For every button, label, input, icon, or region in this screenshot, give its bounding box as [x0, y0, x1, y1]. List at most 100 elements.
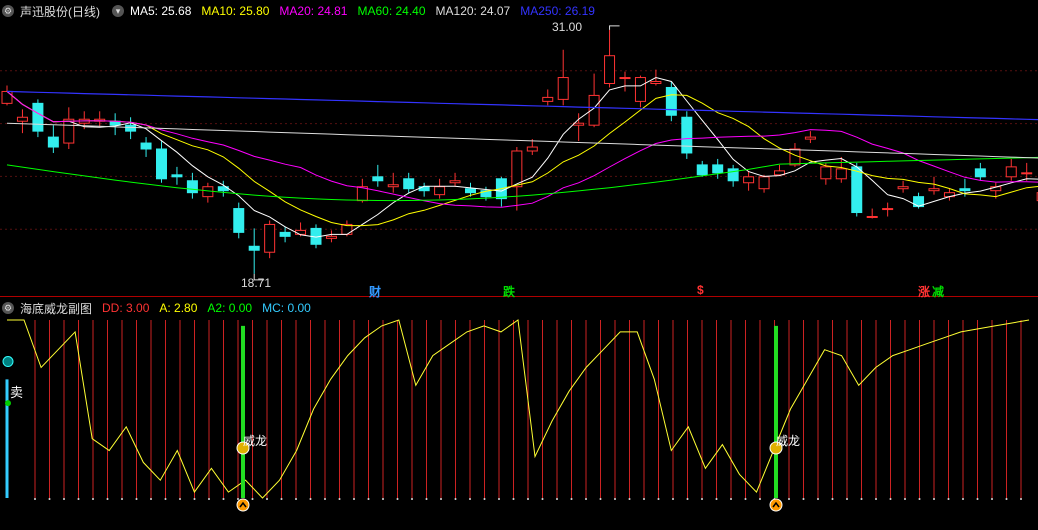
- candle-body: [279, 231, 291, 237]
- candle-body: [696, 164, 708, 176]
- baseline-dot: [208, 498, 210, 500]
- baseline-dot: [976, 498, 979, 500]
- ma60-value: MA60: 24.40: [357, 4, 426, 18]
- dragon-signal-label-2: 威龙: [776, 434, 801, 448]
- candlestick-chart[interactable]: [0, 0, 1038, 296]
- baseline-dot: [1005, 498, 1008, 500]
- baseline-dot: [251, 498, 254, 500]
- baseline-dot: [498, 498, 500, 500]
- candle-body: [897, 186, 909, 190]
- baseline-dot: [382, 498, 384, 500]
- chevron-down-icon[interactable]: ▾: [112, 5, 124, 17]
- baseline-dot: [454, 498, 457, 500]
- baseline-dot: [570, 498, 573, 500]
- ma120-value: MA120: 24.07: [435, 4, 511, 18]
- baseline-dot: [193, 498, 196, 500]
- candle-body: [974, 168, 986, 178]
- ma250-line: [6, 90, 1038, 121]
- baseline-dot: [657, 498, 660, 500]
- high-price-label: 31.00: [552, 20, 583, 34]
- baseline-dot: [933, 498, 935, 500]
- baseline-dot: [889, 498, 892, 500]
- candle-body: [156, 148, 167, 180]
- baseline-dot: [150, 498, 152, 500]
- baseline-dot: [63, 498, 65, 500]
- candle-body: [47, 136, 59, 148]
- candle-body: [264, 223, 276, 253]
- a-value: A: 2.80: [159, 301, 198, 315]
- baseline-dot: [701, 498, 703, 500]
- baseline-dot: [672, 498, 674, 500]
- candle-body: [557, 77, 569, 100]
- candle-body: [851, 166, 863, 214]
- baseline-dot: [614, 498, 616, 500]
- settings-icon[interactable]: ⚙: [2, 5, 14, 17]
- candle-body: [604, 55, 616, 85]
- baseline-dot: [295, 498, 297, 500]
- candle-body: [743, 176, 755, 184]
- baseline-dot: [425, 498, 428, 500]
- baseline-dot: [353, 498, 355, 500]
- chart-title: 声迅股份(日线): [20, 4, 100, 19]
- baseline-dot: [585, 498, 587, 500]
- candle-body: [186, 180, 198, 194]
- baseline-dot: [628, 498, 631, 500]
- candle-body: [465, 188, 476, 194]
- baseline-dot: [643, 498, 645, 500]
- candle-body: [295, 229, 307, 235]
- baseline-dot: [338, 498, 341, 500]
- candle-body: [804, 136, 816, 140]
- a2-value: A2: 0.00: [207, 301, 253, 315]
- baseline-dot: [396, 498, 399, 500]
- baseline-dot: [135, 498, 138, 500]
- baseline-dot: [599, 498, 602, 500]
- ma20-value: MA20: 24.81: [279, 4, 348, 18]
- indicator-panel[interactable]: ⚙ 海底威龙副图 DD: 3.00 A: 2.80 A2: 0.00 MC: 0…: [0, 298, 1038, 530]
- baseline-dot: [121, 498, 123, 500]
- candle-body: [372, 176, 384, 182]
- candle-body: [171, 174, 183, 178]
- baseline-dot: [527, 498, 529, 500]
- indicator-chart[interactable]: [0, 298, 1038, 530]
- baseline-dot: [1020, 498, 1022, 500]
- candle-body: [928, 188, 940, 192]
- baseline-dot: [788, 498, 790, 500]
- candle-body: [681, 116, 693, 154]
- low-price-label: 18.71: [241, 276, 272, 290]
- baseline-dot: [367, 498, 370, 500]
- baseline-dot: [280, 498, 283, 500]
- candle-body: [387, 184, 399, 188]
- baseline-dot: [237, 498, 239, 500]
- settings-icon[interactable]: ⚙: [2, 302, 14, 314]
- candle-body: [32, 102, 44, 132]
- dd-value: DD: 3.00: [102, 301, 150, 315]
- baseline-dot: [92, 498, 94, 500]
- baseline-dot: [875, 498, 877, 500]
- baseline-dot: [715, 498, 718, 500]
- candle-body: [140, 142, 152, 150]
- baseline-dot: [512, 498, 515, 500]
- indicator-title: 海底威龙副图: [20, 301, 93, 316]
- candle-body: [573, 122, 585, 126]
- baseline-dot: [469, 498, 471, 500]
- baseline-dot: [556, 498, 558, 500]
- event-marker-dollar[interactable]: $: [697, 283, 704, 297]
- baseline-dot: [77, 498, 80, 500]
- baseline-dot: [411, 498, 413, 500]
- candle-body: [16, 116, 28, 122]
- baseline-dot: [34, 498, 36, 500]
- candle-body: [542, 96, 554, 102]
- baseline-dot: [831, 498, 834, 500]
- baseline-dot: [918, 498, 921, 500]
- baseline-dot: [164, 498, 167, 500]
- candle-body: [866, 215, 878, 218]
- ma10-value: MA10: 25.80: [201, 4, 270, 18]
- sell-signal-label: 卖: [10, 385, 24, 400]
- baseline-dot: [483, 498, 486, 500]
- candle-body: [248, 245, 260, 251]
- candle-body: [634, 77, 646, 102]
- candle-body: [619, 77, 631, 80]
- main-chart-panel[interactable]: ⚙ 声迅股份(日线) ▾ MA5: 25.68 MA10: 25.80 MA20…: [0, 0, 1038, 299]
- candle-body: [125, 124, 137, 132]
- baseline-dot: [440, 498, 442, 500]
